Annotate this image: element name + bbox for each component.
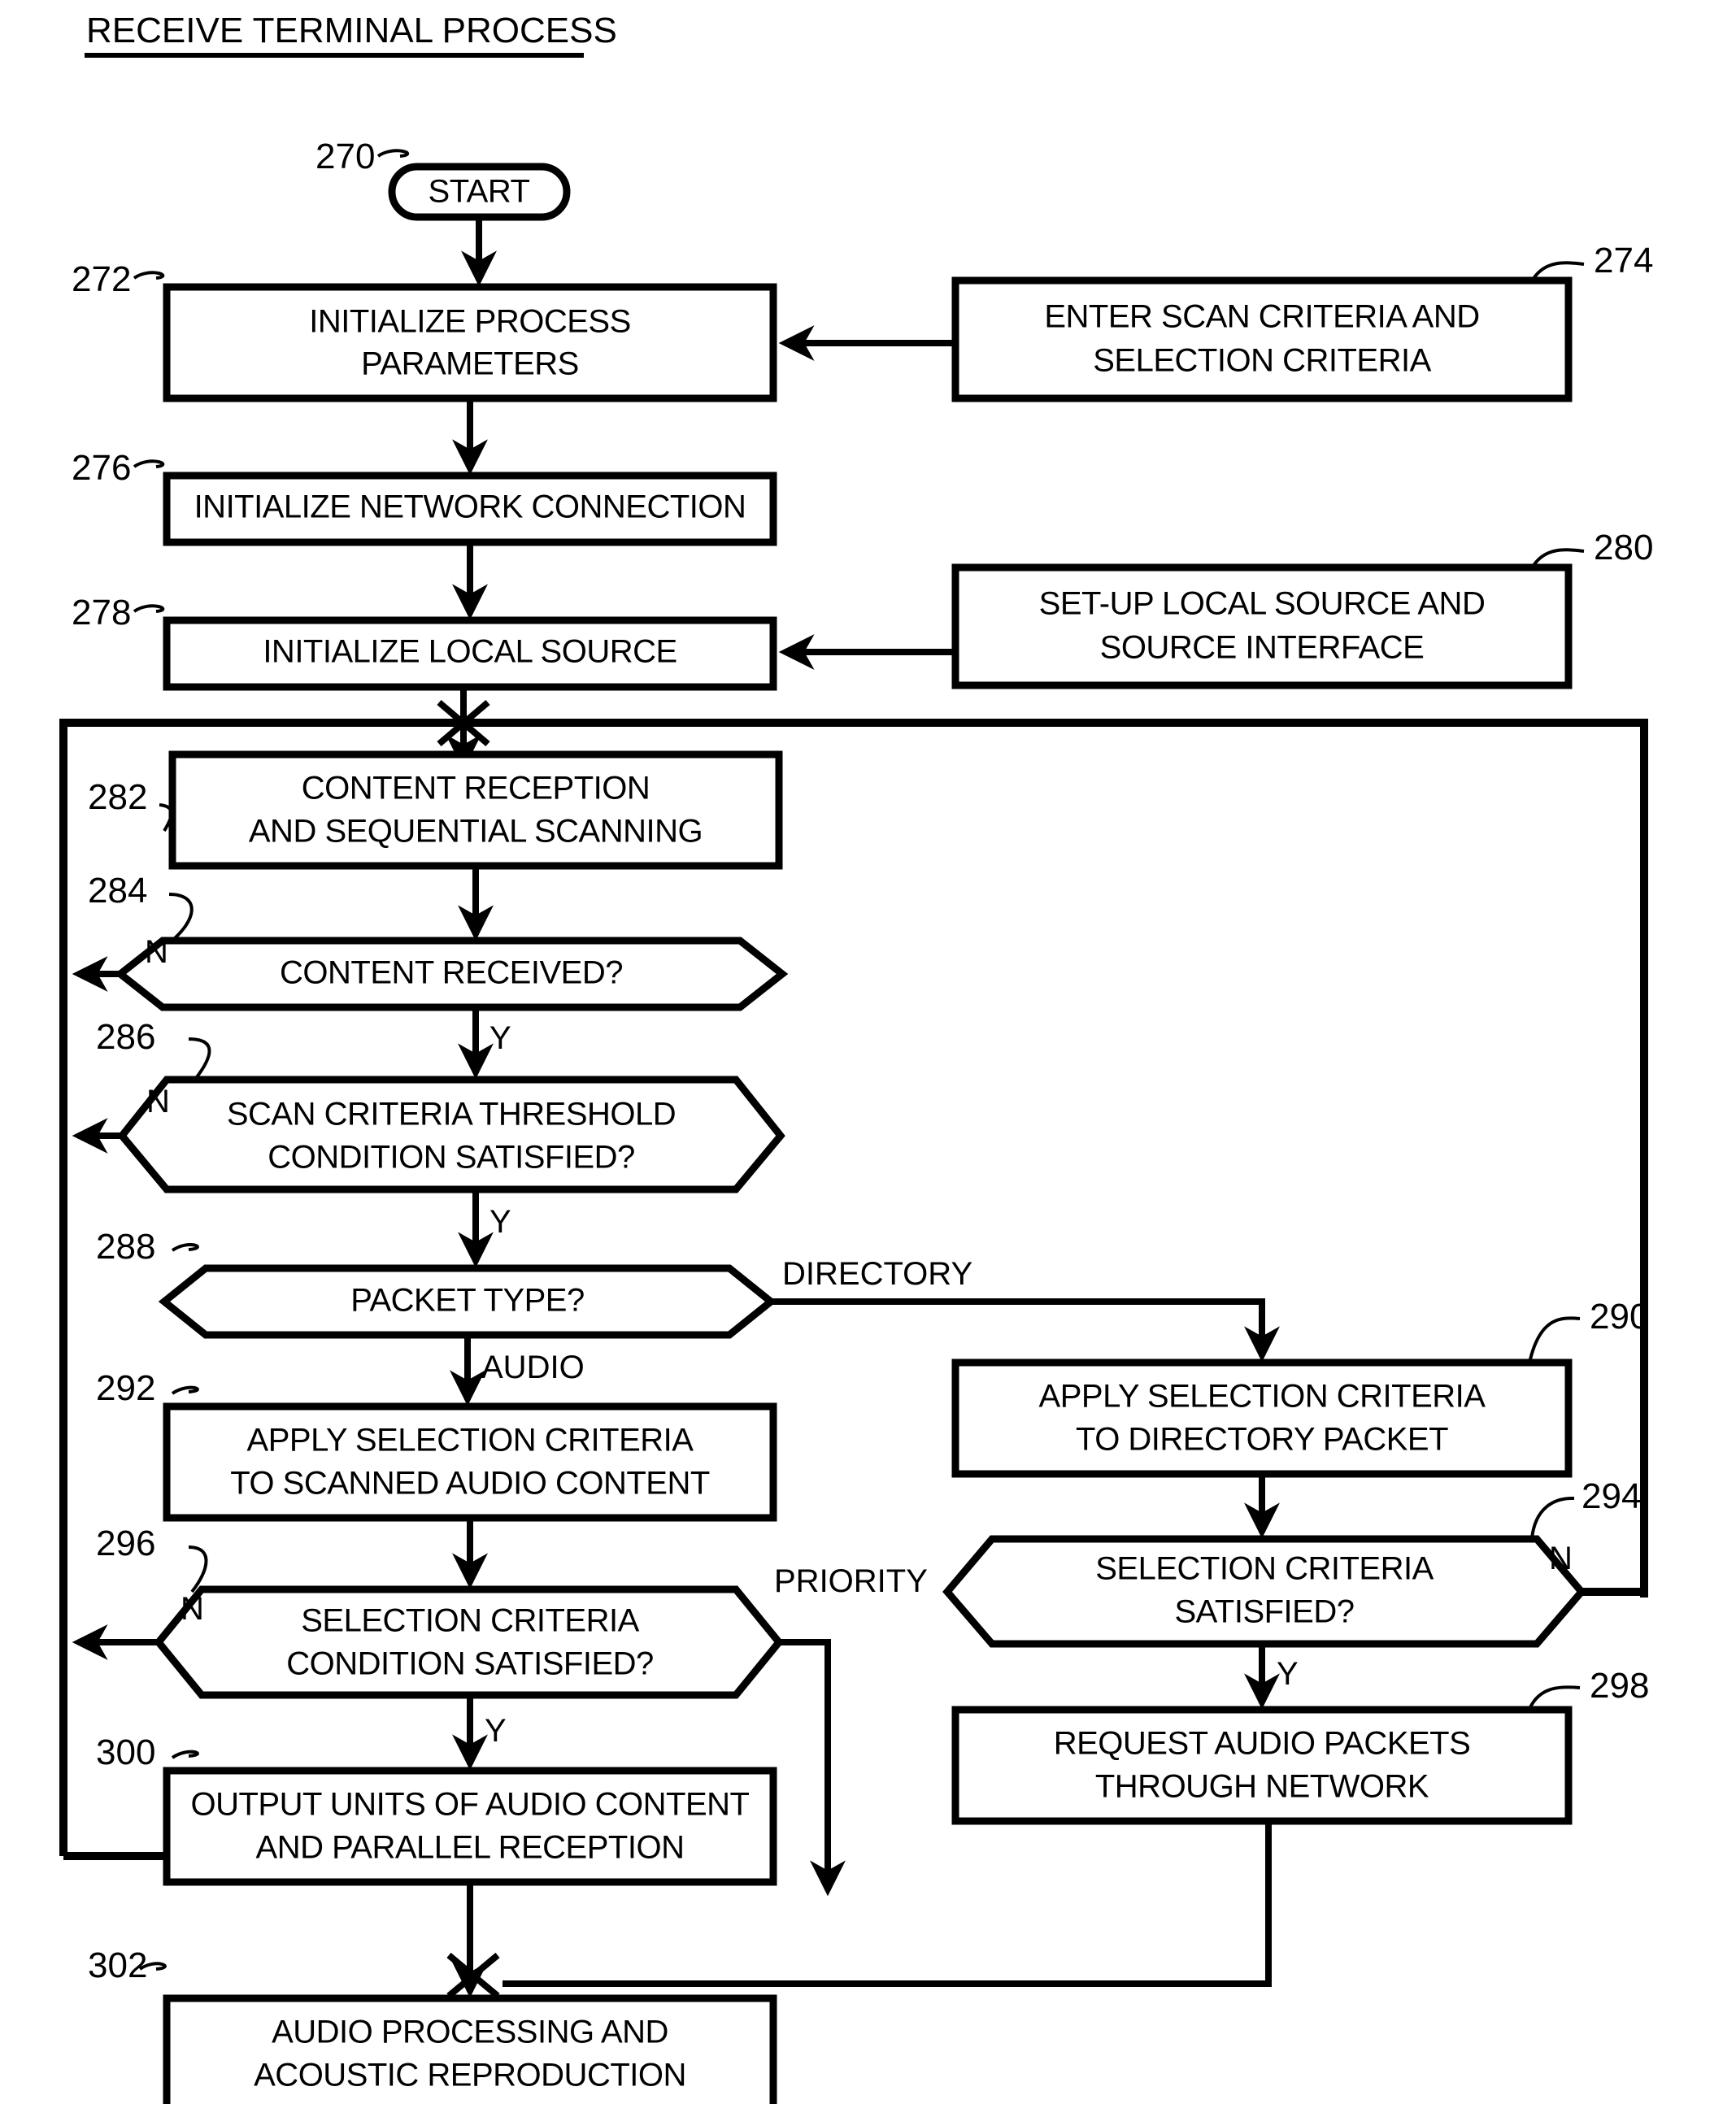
node-284-label: CONTENT RECEIVED? xyxy=(280,955,623,991)
ref-296: 296 xyxy=(96,1524,155,1563)
node-278: INITIALIZE LOCAL SOURCE 278 xyxy=(72,593,777,691)
node-302: AUDIO PROCESSING AND ACOUSTIC REPRODUCTI… xyxy=(88,1945,777,2104)
node-296-line2: CONDITION SATISFIED? xyxy=(286,1646,654,1682)
node-292-line2: TO SCANNED AUDIO CONTENT xyxy=(230,1466,710,1502)
ref-300: 300 xyxy=(96,1732,155,1772)
node-276: INITIALIZE NETWORK CONNECTION 276 xyxy=(72,448,777,546)
node-278-line1: INITIALIZE LOCAL SOURCE xyxy=(263,634,677,670)
node-280-line1: SET-UP LOCAL SOURCE AND xyxy=(1039,586,1486,622)
node-288-label: PACKET TYPE? xyxy=(350,1283,584,1319)
node-298: REQUEST AUDIO PACKETS THROUGH NETWORK 29… xyxy=(951,1666,1649,1825)
node-302-line2: ACOUSTIC REPRODUCTION xyxy=(254,2058,686,2093)
node-302-line1: AUDIO PROCESSING AND xyxy=(272,2015,668,2050)
node-282-line2: AND SEQUENTIAL SCANNING xyxy=(249,814,703,850)
node-300-line1: OUTPUT UNITS OF AUDIO CONTENT xyxy=(190,1787,749,1823)
node-274: ENTER SCAN CRITERIA AND SELECTION CRITER… xyxy=(951,241,1653,402)
edge-288-directory-to-290 xyxy=(771,1298,1280,1363)
ref-298: 298 xyxy=(1590,1666,1649,1706)
node-282-line1: CONTENT RECEPTION xyxy=(302,771,650,806)
ref-278: 278 xyxy=(72,593,131,633)
node-296: SELECTION CRITERIA CONDITION SATISFIED? … xyxy=(96,1524,784,1699)
ref-290: 290 xyxy=(1590,1297,1649,1337)
figure-title-group: RECEIVE TERMINAL PROCESS xyxy=(85,11,617,58)
edge-label-286-no: N xyxy=(146,1084,170,1119)
node-286-line2: CONDITION SATISFIED? xyxy=(268,1140,635,1176)
ref-276: 276 xyxy=(72,448,131,488)
leader-300 xyxy=(171,1750,199,1759)
edge-label-294-yes: Y xyxy=(1277,1656,1299,1692)
node-286: SCAN CRITERIA THRESHOLD CONDITION SATISF… xyxy=(96,1017,785,1193)
node-296-line1: SELECTION CRITERIA xyxy=(301,1603,639,1639)
ref-280: 280 xyxy=(1594,528,1653,567)
node-290: APPLY SELECTION CRITERIA TO DIRECTORY PA… xyxy=(951,1297,1649,1478)
leader-288 xyxy=(171,1243,199,1252)
edge-label-286-yes: Y xyxy=(489,1204,511,1240)
node-294-line1: SELECTION CRITERIA xyxy=(1095,1551,1434,1587)
leader-284 xyxy=(168,893,194,945)
edge-label-284-no: N xyxy=(145,934,168,970)
node-start: START 270 xyxy=(315,137,571,221)
ref-282: 282 xyxy=(88,777,147,817)
ref-272: 272 xyxy=(72,259,131,299)
ref-274: 274 xyxy=(1594,241,1653,280)
edge-label-288-directory: DIRECTORY xyxy=(782,1256,972,1292)
node-282: CONTENT RECEPTION AND SEQUENTIAL SCANNIN… xyxy=(88,750,783,870)
node-300: OUTPUT UNITS OF AUDIO CONTENT AND PARALL… xyxy=(96,1732,777,1886)
ref-292: 292 xyxy=(96,1368,155,1408)
node-288: PACKET TYPE? 288 xyxy=(96,1227,777,1339)
node-274-line2: SELECTION CRITERIA xyxy=(1093,343,1431,379)
node-298-line1: REQUEST AUDIO PACKETS xyxy=(1054,1726,1471,1762)
flowchart-svg: RECEIVE TERMINAL PROCESS START 270 INITI xyxy=(59,11,1653,2104)
start-label: START xyxy=(429,174,530,210)
leader-294 xyxy=(1530,1496,1575,1539)
node-294-line2: SATISFIED? xyxy=(1175,1594,1355,1630)
node-286-line1: SCAN CRITERIA THRESHOLD xyxy=(227,1097,676,1132)
edge-296-priority-to-merge xyxy=(779,1639,846,1897)
node-290-line1: APPLY SELECTION CRITERIA xyxy=(1039,1379,1486,1415)
leader-298 xyxy=(1529,1685,1581,1708)
node-292: APPLY SELECTION CRITERIA TO SCANNED AUDI… xyxy=(96,1368,777,1522)
node-272-line1: INITIALIZE PROCESS xyxy=(309,304,631,340)
node-280: SET-UP LOCAL SOURCE AND SOURCE INTERFACE… xyxy=(951,528,1653,689)
edge-label-296-priority: PRIORITY xyxy=(774,1563,928,1599)
node-272-line2: PARAMETERS xyxy=(361,346,579,382)
node-276-line1: INITIALIZE NETWORK CONNECTION xyxy=(194,489,746,525)
leader-276 xyxy=(133,459,165,468)
leader-272 xyxy=(133,271,165,280)
node-298-line2: THROUGH NETWORK xyxy=(1095,1769,1429,1805)
patent-figure-page: RECEIVE TERMINAL PROCESS START 270 INITI xyxy=(0,0,1736,2104)
ref-302: 302 xyxy=(88,1945,147,1985)
node-290-line2: TO DIRECTORY PACKET xyxy=(1076,1422,1448,1458)
edge-label-294-no: N xyxy=(1549,1541,1573,1576)
ref-286: 286 xyxy=(96,1017,155,1057)
leader-278 xyxy=(133,604,165,613)
ref-294: 294 xyxy=(1582,1476,1641,1516)
node-272: INITIALIZE PROCESS PARAMETERS 272 xyxy=(72,259,777,402)
node-274-line1: ENTER SCAN CRITERIA AND xyxy=(1044,299,1479,335)
edge-label-296-yes: Y xyxy=(485,1713,507,1749)
leader-296 xyxy=(188,1545,208,1593)
leader-286 xyxy=(188,1037,211,1083)
ref-284: 284 xyxy=(88,871,147,911)
ref-270: 270 xyxy=(315,137,375,176)
edge-label-296-no: N xyxy=(181,1591,204,1627)
node-294: SELECTION CRITERIA SATISFIED? 294 N xyxy=(942,1476,1641,1648)
leader-270 xyxy=(376,149,409,158)
node-300-line2: AND PARALLEL RECEPTION xyxy=(256,1830,685,1866)
ref-288: 288 xyxy=(96,1227,155,1267)
edge-label-288-audio: AUDIO xyxy=(481,1350,585,1385)
figure-title: RECEIVE TERMINAL PROCESS xyxy=(86,11,617,50)
leader-290 xyxy=(1529,1316,1581,1360)
node-280-line2: SOURCE INTERFACE xyxy=(1100,630,1425,666)
node-292-line1: APPLY SELECTION CRITERIA xyxy=(247,1423,694,1458)
edge-label-284-yes: Y xyxy=(489,1020,511,1056)
leader-292 xyxy=(171,1385,199,1395)
node-284: CONTENT RECEIVED? 284 N xyxy=(88,871,789,1011)
